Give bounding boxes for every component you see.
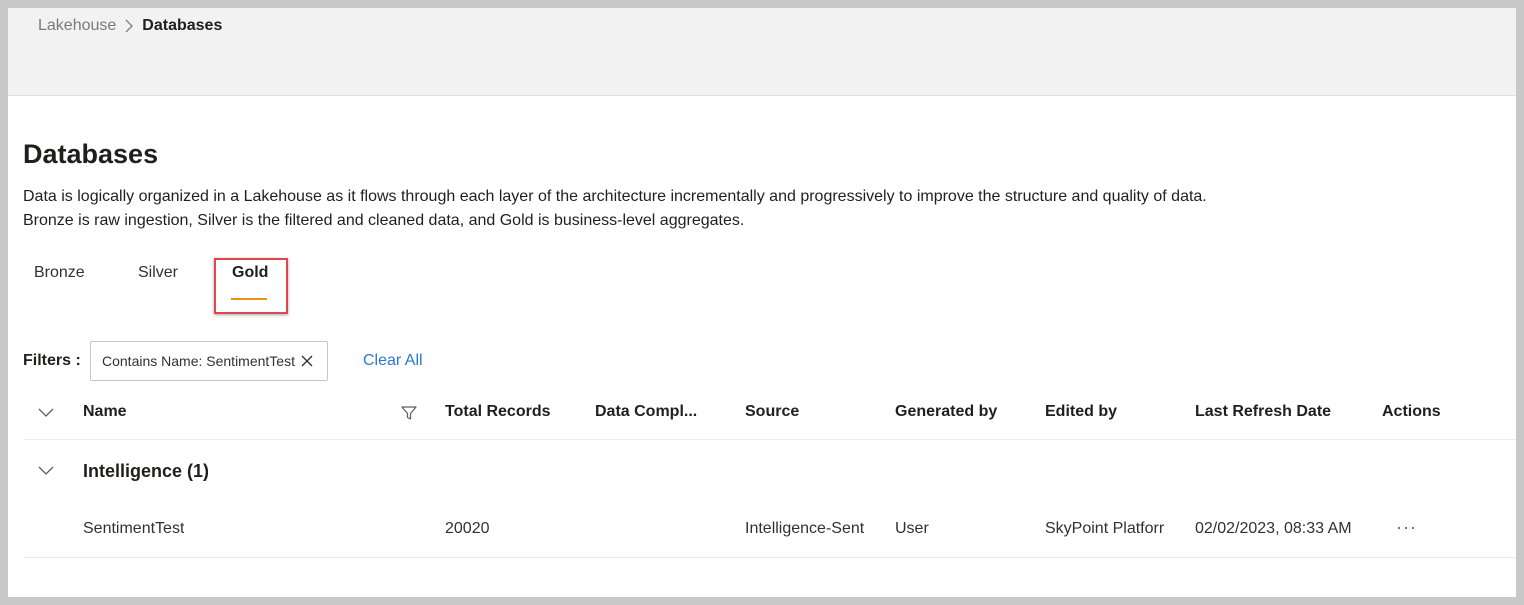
breadcrumb-lakehouse[interactable]: Lakehouse — [38, 17, 116, 35]
table-row[interactable]: SentimentTest 20020 Intelligence-Sent Us… — [23, 500, 1516, 558]
column-header-data-completeness[interactable]: Data Compl... — [595, 403, 697, 421]
column-header-name[interactable]: Name — [83, 403, 127, 421]
column-header-total-records[interactable]: Total Records — [445, 403, 551, 421]
cell-edited-by: SkyPoint Platforr — [1045, 520, 1165, 537]
clear-all-link[interactable]: Clear All — [363, 352, 423, 370]
page-description-line-1: Data is logically organized in a Lakehou… — [23, 188, 1207, 205]
group-row: Intelligence (1) — [23, 440, 1516, 500]
top-bar: Lakehouse Databases — [8, 8, 1516, 96]
breadcrumb-current: Databases — [142, 17, 223, 34]
tab-gold-selected-indicator — [231, 298, 267, 300]
column-header-actions: Actions — [1382, 403, 1441, 420]
column-header-source[interactable]: Source — [745, 403, 799, 421]
cell-name[interactable]: SentimentTest — [83, 520, 184, 538]
filters-label: Filters : — [23, 352, 81, 369]
chevron-down-icon[interactable] — [38, 408, 54, 418]
page-description-line-2: Bronze is raw ingestion, Silver is the f… — [23, 212, 745, 229]
cell-last-refresh-date: 02/02/2023, 08:33 AM — [1195, 520, 1352, 537]
cell-generated-by: User — [895, 520, 929, 537]
tab-gold[interactable]: Gold — [232, 264, 268, 282]
column-header-edited-by[interactable]: Edited by — [1045, 403, 1117, 421]
page-title: Databases — [23, 139, 159, 169]
group-title: Intelligence (1) — [83, 461, 210, 481]
filter-icon[interactable] — [401, 405, 417, 421]
cell-source: Intelligence-Sent — [745, 520, 865, 537]
breadcrumb: Lakehouse Databases — [38, 17, 222, 35]
more-actions-button[interactable]: ··· — [1396, 517, 1417, 538]
cell-total-records: 20020 — [445, 520, 490, 537]
tab-bronze[interactable]: Bronze — [34, 264, 85, 282]
column-header-generated-by[interactable]: Generated by — [895, 403, 997, 421]
app-window: Lakehouse Databases Databases Data is lo… — [8, 8, 1516, 597]
tab-silver[interactable]: Silver — [138, 264, 178, 282]
filter-chip[interactable]: Contains Name: SentimentTest — [90, 341, 328, 381]
chevron-right-icon — [124, 19, 134, 33]
column-header-last-refresh-date[interactable]: Last Refresh Date — [1195, 403, 1331, 421]
table-header: Name Total Records Data Compl... Source … — [23, 391, 1516, 440]
close-icon[interactable] — [301, 355, 313, 367]
filter-chip-label: Contains Name: SentimentTest — [102, 353, 295, 369]
chevron-down-icon[interactable] — [38, 466, 54, 476]
